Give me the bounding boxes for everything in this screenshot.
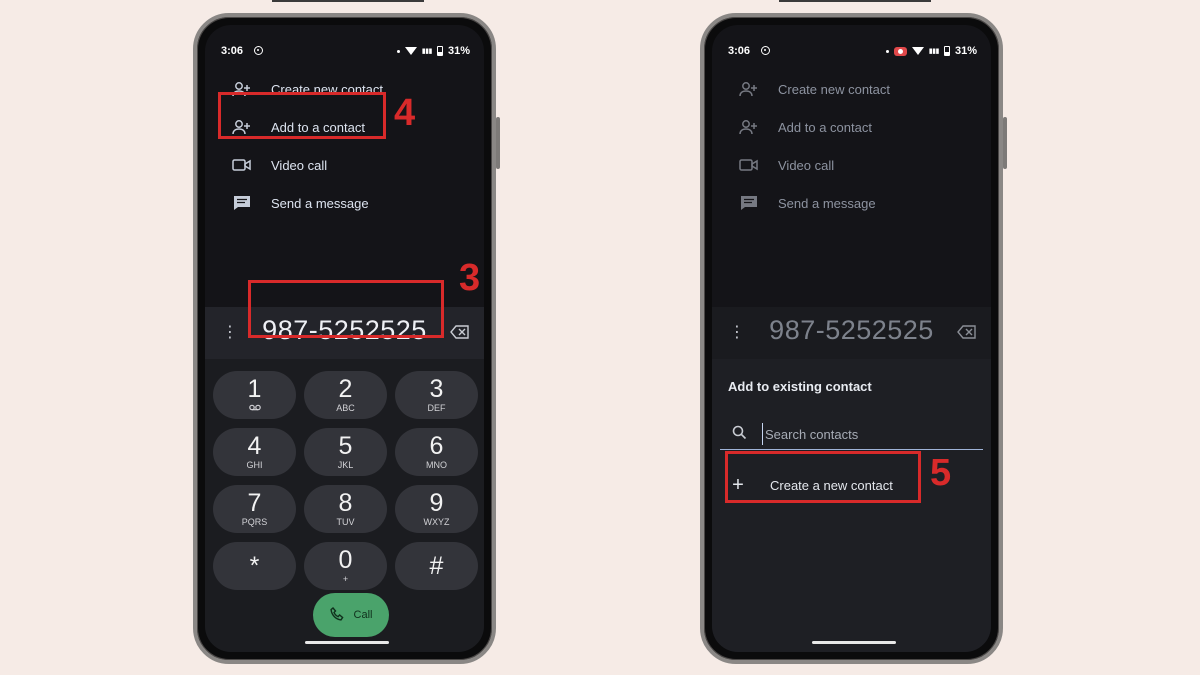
notification-dot-icon <box>396 49 400 53</box>
step-number-4: 4 <box>394 92 416 134</box>
key-digit: 6 <box>429 432 444 460</box>
key-1[interactable]: 1 <box>213 371 296 419</box>
menu-create-new-contact[interactable]: Create new contact <box>738 75 971 103</box>
key-8[interactable]: 8 TUV <box>304 485 387 533</box>
battery-level: 31% <box>447 45 470 57</box>
key-2[interactable]: 2 ABC <box>304 371 387 419</box>
backspace-icon[interactable] <box>450 325 470 344</box>
signal-icon: ▮▮▮ <box>421 48 433 55</box>
search-contacts-input[interactable] <box>762 423 967 445</box>
highlight-add-to-contact <box>218 92 386 139</box>
menu-video-call[interactable]: Video call <box>231 151 464 179</box>
key-digit: 5 <box>338 432 353 460</box>
wifi-icon <box>404 47 417 55</box>
phone-right: 3:06 ▮▮▮ 31% Create new contact Add to a… <box>700 13 1007 664</box>
dialed-number-row: ⋮ 987-5252525 <box>712 307 991 359</box>
power-button <box>1003 117 1007 169</box>
sheet-title: Add to existing contact <box>728 379 872 394</box>
menu-label: Create new contact <box>778 81 891 97</box>
key-6[interactable]: 6 MNO <box>395 428 478 476</box>
battery-icon <box>943 46 950 56</box>
phone-icon <box>329 606 344 624</box>
more-options-icon[interactable]: ⋮ <box>729 323 745 343</box>
dialed-number: 987-5252525 <box>769 315 934 345</box>
key-letters: MNO <box>426 460 447 470</box>
top-divider <box>272 0 424 2</box>
sync-icon <box>254 46 263 55</box>
key-star[interactable]: * <box>213 542 296 590</box>
notification-dot-icon <box>885 49 889 53</box>
call-label: Call <box>353 609 373 621</box>
battery-level: 31% <box>954 45 977 57</box>
key-4[interactable]: 4 GHI <box>213 428 296 476</box>
signal-icon: ▮▮▮ <box>928 48 940 55</box>
key-letters: DEF <box>427 403 446 413</box>
search-icon <box>732 425 747 445</box>
step-number-3: 3 <box>459 257 481 299</box>
key-digit: 8 <box>338 489 353 517</box>
add-contact-screen: 3:06 ▮▮▮ 31% Create new contact Add to a… <box>712 25 991 652</box>
gesture-bar <box>305 641 389 644</box>
more-options-icon[interactable]: ⋮ <box>222 323 238 343</box>
video-icon <box>231 154 253 176</box>
menu-video-call[interactable]: Video call <box>738 151 971 179</box>
key-letters: JKL <box>337 460 354 470</box>
step-number-5: 5 <box>930 452 952 494</box>
menu-label: Send a message <box>271 195 369 211</box>
message-icon <box>738 192 760 214</box>
key-hash[interactable]: # <box>395 542 478 590</box>
add-to-existing-contact-sheet: Add to existing contact + Create a new c… <box>712 359 991 652</box>
key-digit: 0 <box>338 546 353 574</box>
message-icon <box>231 192 253 214</box>
battery-icon <box>436 46 443 56</box>
gesture-bar <box>812 641 896 644</box>
person-add-icon <box>738 78 760 100</box>
menu-label: Add to a contact <box>778 119 872 135</box>
voicemail-icon <box>248 403 261 413</box>
power-button <box>496 117 500 169</box>
menu-label: Send a message <box>778 195 876 211</box>
person-add-icon <box>738 116 760 138</box>
key-0[interactable]: 0 + <box>304 542 387 590</box>
search-bar <box>720 419 983 450</box>
video-icon <box>738 154 760 176</box>
status-bar: 3:06 ▮▮▮ 31% <box>728 45 977 61</box>
status-bar: 3:06 ▮▮▮ 31% <box>221 45 470 61</box>
menu-send-message[interactable]: Send a message <box>738 189 971 217</box>
key-5[interactable]: 5 JKL <box>304 428 387 476</box>
key-digit: 3 <box>429 375 444 403</box>
key-letters: ABC <box>336 403 355 413</box>
menu-label: Video call <box>778 157 835 173</box>
key-9[interactable]: 9 WXYZ <box>395 485 478 533</box>
highlight-create-new-contact <box>725 451 921 503</box>
top-divider <box>779 0 931 2</box>
status-time: 3:06 <box>221 45 244 57</box>
highlight-dialed-number <box>248 280 444 338</box>
backspace-icon[interactable] <box>957 325 977 344</box>
screen-record-icon <box>893 46 907 56</box>
status-time: 3:06 <box>728 45 751 57</box>
key-letters: + <box>342 574 349 584</box>
menu-send-message[interactable]: Send a message <box>231 189 464 217</box>
menu-label: Video call <box>271 157 328 173</box>
key-letters: GHI <box>246 460 263 470</box>
key-digit: 9 <box>429 489 444 517</box>
key-letters: PQRS <box>241 517 268 527</box>
key-digit: 2 <box>338 375 353 403</box>
wifi-icon <box>911 47 924 55</box>
key-digit: # <box>429 552 444 580</box>
key-digit: * <box>249 552 260 580</box>
call-button[interactable]: Call <box>313 593 389 637</box>
key-digit: 7 <box>247 489 262 517</box>
key-digit: 4 <box>247 432 262 460</box>
key-letters: TUV <box>336 517 355 527</box>
key-7[interactable]: 7 PQRS <box>213 485 296 533</box>
menu-add-to-contact[interactable]: Add to a contact <box>738 113 971 141</box>
sync-icon <box>761 46 770 55</box>
key-letters: WXYZ <box>423 517 450 527</box>
key-digit: 1 <box>247 375 262 403</box>
key-3[interactable]: 3 DEF <box>395 371 478 419</box>
